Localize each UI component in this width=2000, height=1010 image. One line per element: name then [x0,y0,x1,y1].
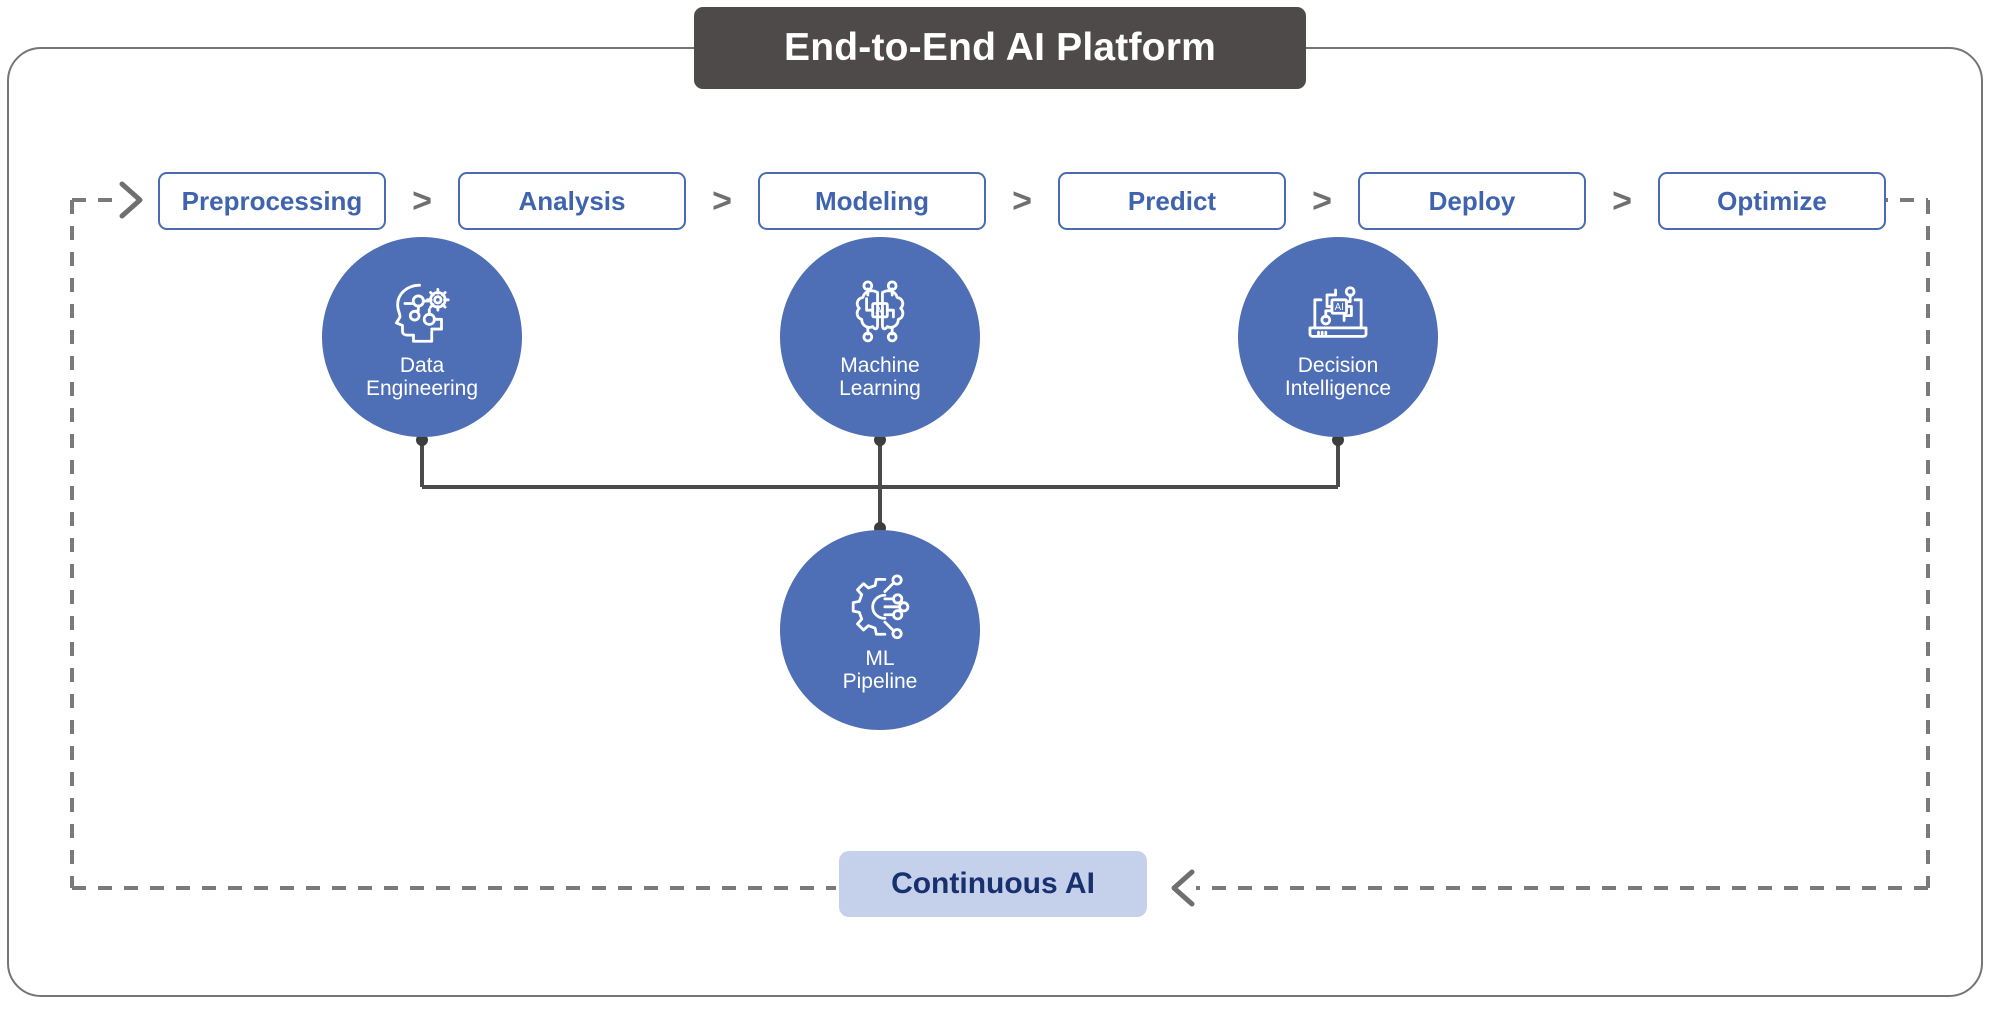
node-label: ML Pipeline [842,647,918,693]
node-label: Decision Intelligence [1284,354,1392,400]
ai-brain-chip-icon: AI [855,280,905,343]
stage-label: Analysis [518,185,626,216]
stage-label: Optimize [1717,185,1827,216]
node-decision-intelligence[interactable]: AI Decision Intelligence [1238,237,1438,437]
stage-separator-icon: > [1312,182,1332,220]
stage-box-preprocessing[interactable]: Preprocessing [158,172,386,230]
pipeline-stage-row: Preprocessing > Analysis > Modeling > Pr… [158,172,1886,230]
svg-text:AI: AI [875,306,884,317]
gear-circuit-icon [851,574,910,640]
node-ml-pipeline[interactable]: ML Pipeline [780,530,980,730]
head-gears-icon [395,284,450,343]
stage-label: Modeling [814,185,930,216]
stage-separator-icon: > [1612,182,1632,220]
stage-separator-icon: > [1012,182,1032,220]
stage-separator-icon: > [712,182,732,220]
stage-box-modeling[interactable]: Modeling [758,172,986,230]
node-label: Machine Learning [839,354,921,400]
diagram-title-bar: End-to-End AI Platform [694,7,1306,89]
stage-label: Preprocessing [181,185,363,216]
stage-box-predict[interactable]: Predict [1058,172,1286,230]
svg-text:AI: AI [1335,302,1344,313]
continuous-ai-chip[interactable]: Continuous AI [839,851,1147,917]
continuous-ai-label: Continuous AI [891,867,1095,900]
stage-box-deploy[interactable]: Deploy [1358,172,1586,230]
stage-label: Deploy [1428,185,1516,216]
stage-box-optimize[interactable]: Optimize [1658,172,1886,230]
laptop-ai-circuit-icon: AI [1308,286,1368,339]
node-label: Data Engineering [365,354,479,400]
page-title: End-to-End AI Platform [784,26,1216,69]
diagram-canvas: End-to-End AI Platform Preprocessing > A… [0,0,2000,1010]
stage-label: Predict [1127,185,1217,216]
node-machine-learning[interactable]: AI Machine Learning [780,237,980,437]
node-data-engineering[interactable]: Data Engineering [322,237,522,437]
stage-separator-icon: > [412,182,432,220]
stage-box-analysis[interactable]: Analysis [458,172,686,230]
